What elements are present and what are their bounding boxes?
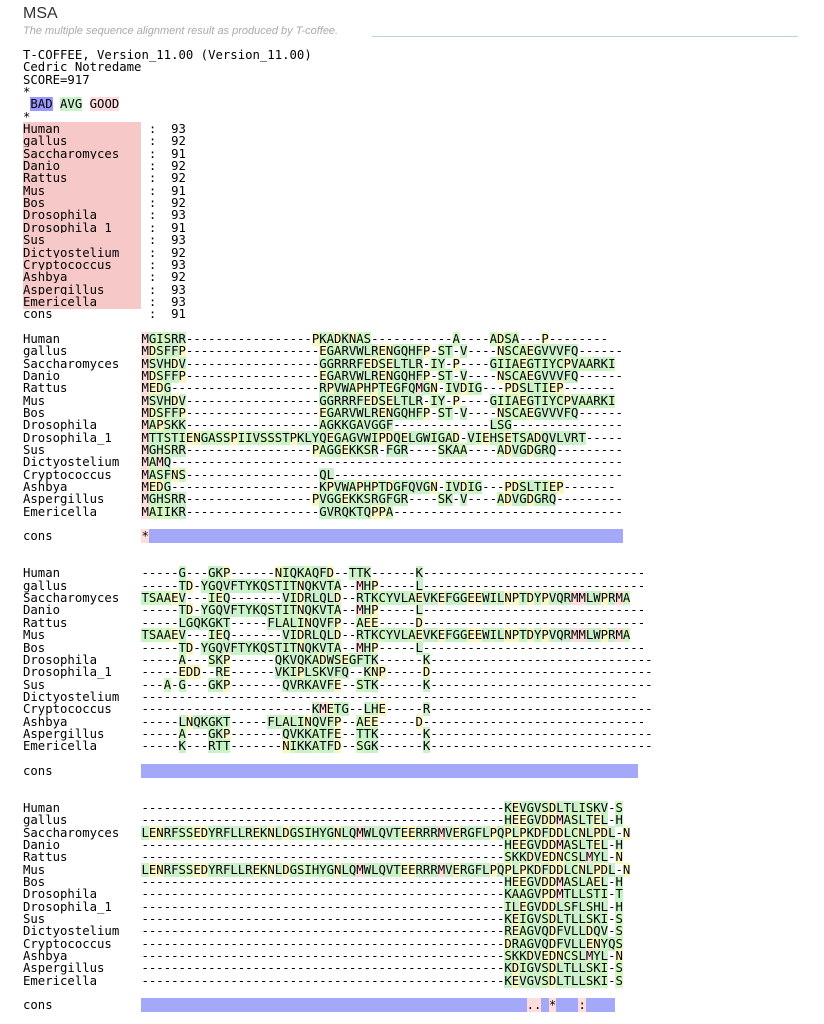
- score-row-value: : 91: [141, 307, 186, 322]
- score-row: gallus : 92: [23, 134, 653, 149]
- consensus-row: cons *: [23, 529, 653, 544]
- sequence-row: Emericella -----------------------------…: [23, 973, 653, 988]
- score-table: Human : 93 gallus : 92 Saccharomyces : 91 D…: [23, 122, 653, 321]
- sequence-name: Emericella: [23, 504, 142, 519]
- msa-output: T-COFFEE, Version_11.00 (Version_11.00) …: [23, 49, 653, 1024]
- legend-good: GOOD: [89, 97, 120, 112]
- sequence-name: Emericella: [23, 739, 142, 754]
- score-row-name: cons: [23, 307, 142, 322]
- sequence-residues: ----------------------------------------…: [141, 973, 623, 988]
- consensus-row: cons .. * :: [23, 998, 653, 1013]
- score-row: Rattus : 92: [23, 171, 653, 186]
- score-row: Dictyostelium : 92: [23, 245, 653, 260]
- consensus-label: cons: [23, 529, 142, 544]
- legend-bad: BAD: [30, 97, 53, 112]
- consensus-string: [141, 763, 638, 778]
- score-row: Sus : 93: [23, 233, 653, 248]
- author-line: Cedric Notredame: [23, 60, 142, 75]
- alignment-blocks: Human MGISRR-----------------PKADKNAS---…: [23, 321, 653, 1024]
- page-title: MSA: [23, 5, 58, 22]
- consensus-row: cons: [23, 763, 653, 778]
- legend-avg: AVG: [60, 97, 83, 112]
- sequence-row: Emericella -----K---RTT-------NIKKATFD--…: [23, 739, 653, 754]
- consensus-string: *: [141, 529, 623, 544]
- consensus-label: cons: [23, 998, 142, 1013]
- score-line: SCORE=917: [23, 72, 90, 87]
- sequence-name: Emericella: [23, 973, 142, 988]
- sequence-residues: -----K---RTT-------NIKKATFD--SGK------K-…: [141, 739, 653, 754]
- consensus-label: cons: [23, 763, 142, 778]
- consensus-string: .. * :: [141, 998, 616, 1013]
- sequence-row: Emericella MAIIKR------------------GVRQK…: [23, 504, 653, 519]
- score-row: Ashbya : 92: [23, 270, 653, 285]
- sequence-residues: MAIIKR------------------GVRQKTQPPA------…: [141, 504, 623, 519]
- color-legend: BAD AVG GOOD: [23, 97, 653, 112]
- page-subtitle: The multiple sequence alignment result a…: [23, 25, 339, 37]
- score-row: cons : 91: [23, 308, 653, 320]
- score-row: Drosophila : 93: [23, 208, 653, 223]
- title-divider: [372, 36, 798, 37]
